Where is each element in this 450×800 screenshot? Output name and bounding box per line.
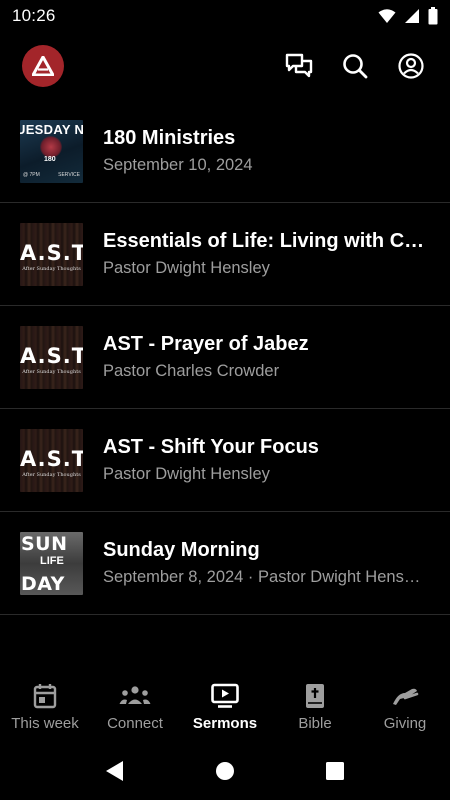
nav-bible[interactable]: Bible — [270, 672, 360, 742]
cell-signal-icon — [405, 9, 419, 23]
thumbnail-text: DAY — [21, 572, 65, 595]
sermon-title: AST - Shift Your Focus — [103, 436, 319, 458]
thumbnail-text: SERVICE — [58, 171, 80, 178]
sermon-text: 180 Ministries September 10, 2024 — [103, 125, 430, 177]
sermon-title: 180 Ministries — [103, 127, 236, 149]
calendar-icon — [33, 684, 57, 709]
sermon-thumbnail: A.S.T After Sunday Thoughts — [20, 222, 83, 286]
giving-hand-icon — [393, 688, 419, 705]
thumbnail-text: A.S.T — [20, 240, 83, 265]
wifi-icon — [378, 9, 396, 23]
system-nav-bar — [0, 742, 450, 800]
thumbnail-text: After Sunday Thoughts — [22, 471, 81, 478]
home-icon[interactable] — [215, 761, 235, 781]
app-logo[interactable] — [22, 45, 64, 87]
sermon-title: Essentials of Life: Living with Co… — [103, 230, 430, 252]
nav-giving[interactable]: Giving — [360, 672, 450, 742]
account-button[interactable] — [396, 51, 426, 81]
sermon-thumbnail: SUN LIFE DAY — [20, 531, 83, 595]
nav-sermons[interactable]: Sermons — [180, 672, 270, 742]
thumbnail-text: A.S.T — [20, 446, 83, 471]
sermon-item[interactable]: A.S.T After Sunday Thoughts AST - Prayer… — [0, 306, 450, 409]
sermon-item[interactable]: SUN LIFE DAY Sunday Morning September 8,… — [0, 512, 450, 615]
nav-label: Connect — [107, 715, 163, 732]
status-time: 10:26 — [12, 6, 56, 25]
header-actions — [284, 51, 426, 81]
status-bar: 10:26 — [0, 0, 450, 32]
thumbnail-text: After Sunday Thoughts — [22, 368, 81, 375]
nav-this-week[interactable]: This week — [0, 672, 90, 742]
bible-icon — [306, 684, 324, 708]
thumbnail-text: SUN — [21, 532, 68, 555]
sermon-thumbnail: A.S.T After Sunday Thoughts — [20, 325, 83, 389]
nav-label: Sermons — [192, 715, 258, 732]
sermon-subtitle: September 10, 2024 — [103, 156, 253, 174]
sermon-subtitle: September 8, 2024 · Pastor Dwight Hens… — [103, 568, 421, 586]
recents-icon[interactable] — [325, 761, 345, 781]
thumbnail-text: 180 — [44, 155, 56, 163]
status-icons — [378, 7, 438, 25]
sermon-text: Sunday Morning September 8, 2024 · Pasto… — [103, 537, 430, 589]
search-button[interactable] — [340, 51, 370, 81]
back-icon[interactable] — [105, 760, 125, 782]
bottom-nav: This week Connect Sermons Bible Giving — [0, 672, 450, 742]
sermon-item[interactable]: A.S.T After Sunday Thoughts AST - Shift … — [0, 409, 450, 512]
sermon-title: AST - Prayer of Jabez — [103, 333, 309, 355]
chat-button[interactable] — [284, 51, 314, 81]
logo-triangle-icon — [32, 56, 54, 76]
nav-label: Bible — [298, 715, 332, 732]
thumbnail-footer: @ 7PM SERVICE — [23, 172, 80, 178]
sermon-text: AST - Prayer of Jabez Pastor Charles Cro… — [103, 331, 430, 383]
app-header — [0, 40, 450, 92]
sermon-subtitle: Pastor Dwight Hensley — [103, 259, 270, 277]
sermon-item[interactable]: UESDAY NIGHT 180 @ 7PM SERVICE 180 Minis… — [0, 100, 450, 203]
sermon-text: AST - Shift Your Focus Pastor Dwight Hen… — [103, 434, 430, 486]
sermon-item[interactable]: A.S.T After Sunday Thoughts Essentials o… — [0, 203, 450, 306]
account-icon — [398, 53, 424, 79]
chat-icon — [285, 53, 313, 78]
sermon-thumbnail: A.S.T After Sunday Thoughts — [20, 428, 83, 492]
thumbnail-text: After Sunday Thoughts — [22, 265, 81, 272]
thumbnail-text: @ 7PM — [23, 171, 40, 178]
thumbnail-text: LIFE — [40, 554, 64, 567]
sermon-subtitle: Pastor Charles Crowder — [103, 362, 280, 380]
thumbnail-text: UESDAY NIGHT — [20, 121, 83, 137]
sermon-subtitle: Pastor Dwight Hensley — [103, 465, 270, 483]
people-icon — [119, 686, 151, 704]
sermon-thumbnail: UESDAY NIGHT 180 @ 7PM SERVICE — [20, 119, 83, 183]
battery-icon — [428, 7, 438, 25]
nav-label: Giving — [383, 715, 427, 732]
search-icon — [343, 54, 368, 79]
sermon-list: UESDAY NIGHT 180 @ 7PM SERVICE 180 Minis… — [0, 100, 450, 615]
video-icon — [211, 683, 239, 708]
sermon-title: Sunday Morning — [103, 539, 260, 561]
sermon-text: Essentials of Life: Living with Co… Past… — [103, 228, 430, 280]
nav-label: This week — [11, 715, 79, 732]
thumbnail-text: A.S.T — [20, 343, 83, 368]
nav-connect[interactable]: Connect — [90, 672, 180, 742]
cross-graphic — [40, 135, 62, 158]
